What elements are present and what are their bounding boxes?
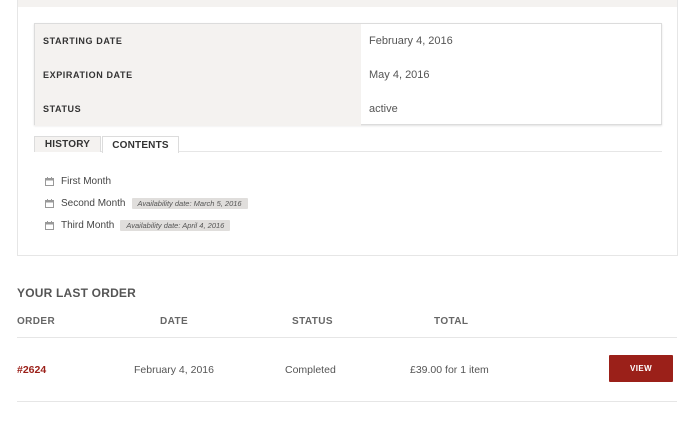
table-divider (17, 337, 677, 338)
detail-row-expiration-date: EXPIRATION DATE May 4, 2016 (35, 58, 661, 92)
column-header-total: TOTAL (434, 316, 469, 327)
contents-list: First Month Second Month Availability da… (45, 170, 248, 236)
list-item[interactable]: Second Month Availability date: March 5,… (45, 192, 248, 214)
detail-label: EXPIRATION DATE (35, 58, 361, 92)
detail-label: STATUS (35, 92, 361, 126)
detail-row-starting-date: STARTING DATE February 4, 2016 (35, 24, 661, 58)
tab-history[interactable]: HISTORY (34, 136, 101, 152)
column-header-order: ORDER (17, 316, 56, 327)
column-header-status: STATUS (292, 316, 333, 327)
card-top-strip (18, 0, 677, 7)
content-title: First Month (61, 175, 112, 187)
detail-label: STARTING DATE (35, 24, 361, 58)
view-order-button[interactable]: VIEW (609, 355, 673, 382)
subscription-details-table: STARTING DATE February 4, 2016 EXPIRATIO… (34, 23, 662, 126)
calendar-icon (45, 176, 54, 186)
column-header-date: DATE (160, 316, 189, 327)
detail-row-status: STATUS active (35, 92, 661, 126)
detail-value: May 4, 2016 (369, 69, 430, 81)
subscription-tabs: HISTORY CONTENTS (34, 136, 662, 153)
order-number-cell: #2624 (17, 364, 46, 376)
detail-value: February 4, 2016 (369, 35, 453, 47)
table-bottom-divider (17, 401, 677, 402)
calendar-icon (45, 198, 54, 208)
order-status-cell: Completed (285, 364, 336, 376)
order-number-link[interactable]: #2624 (17, 364, 46, 376)
order-date-cell: February 4, 2016 (134, 364, 214, 376)
subscription-card: STARTING DATE February 4, 2016 EXPIRATIO… (17, 0, 678, 256)
content-title: Second Month (61, 197, 126, 209)
availability-badge: Availability date: April 4, 2016 (120, 219, 231, 231)
content-title: Third Month (61, 219, 115, 231)
last-order-heading: YOUR LAST ORDER (17, 286, 137, 300)
detail-value: active (369, 103, 398, 115)
list-item[interactable]: Third Month Availability date: April 4, … (45, 214, 248, 236)
availability-badge: Availability date: March 5, 2016 (131, 197, 248, 209)
order-total-cell: £39.00 for 1 item (410, 364, 489, 376)
tab-contents[interactable]: CONTENTS (102, 136, 179, 153)
list-item[interactable]: First Month (45, 170, 248, 192)
calendar-icon (45, 220, 54, 230)
